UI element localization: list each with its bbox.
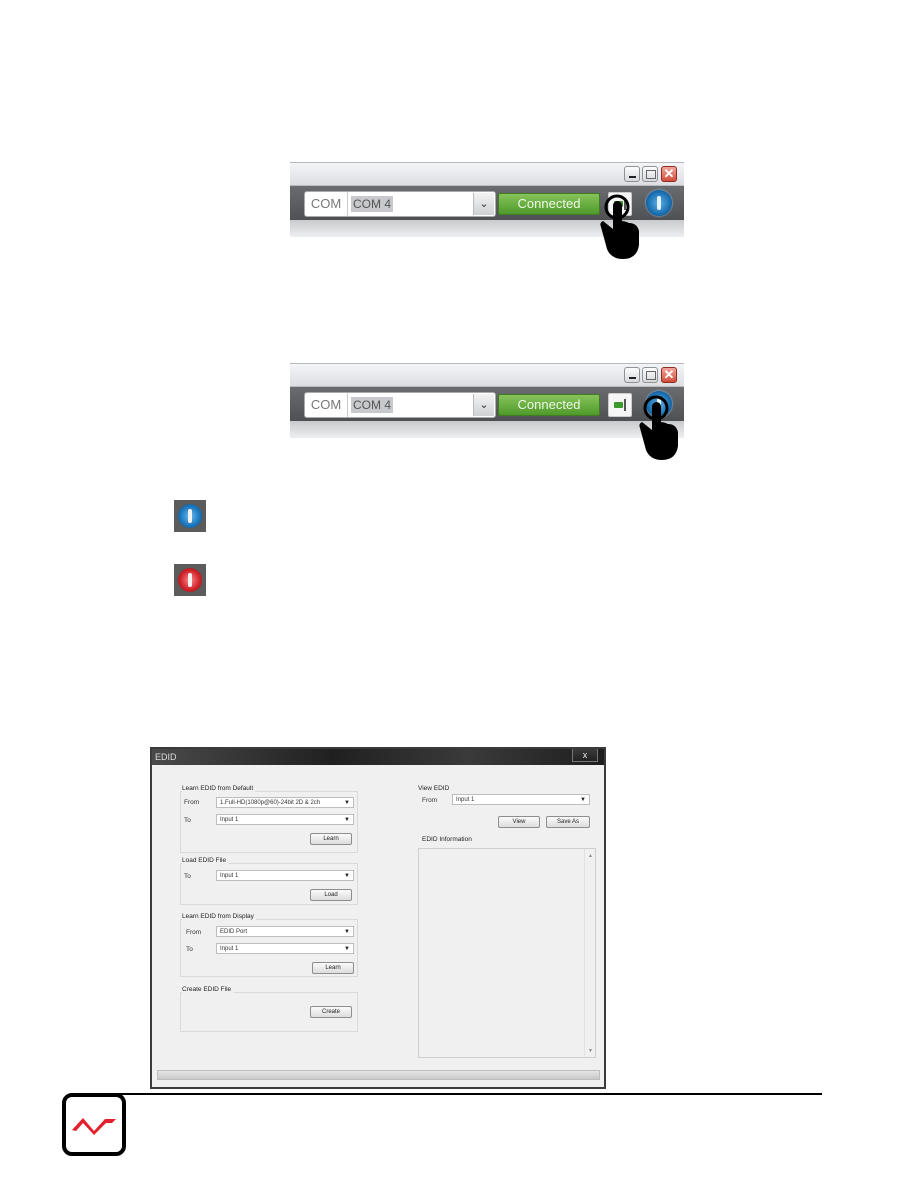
dialog-title: EDID: [152, 749, 604, 765]
select-value: Input 1: [220, 817, 239, 823]
load-to-select[interactable]: Input 1 ▼: [216, 870, 354, 881]
chevron-down-icon[interactable]: ⌄: [473, 193, 494, 215]
view-button[interactable]: View: [498, 816, 540, 828]
com-port-select[interactable]: COM COM 4 ⌄: [304, 392, 496, 418]
group-title: Create EDID File: [182, 986, 234, 993]
pointing-hand-icon: [639, 395, 678, 460]
power-icon-red: [174, 564, 206, 596]
bar-shadow: [290, 421, 684, 438]
power-icon-blue: [174, 500, 206, 532]
from-label: From: [184, 799, 200, 806]
dropdown-arrow-icon: ▼: [344, 929, 350, 935]
pointing-hand-icon: [600, 194, 639, 259]
select-value: 1.Full-HD(1080p@60)-24bit 2D & 2ch: [220, 800, 321, 806]
default-to-select[interactable]: Input 1 ▼: [216, 814, 354, 825]
dropdown-arrow-icon: ▼: [344, 873, 350, 879]
select-value: Input 1: [456, 797, 475, 803]
from-label: From: [422, 797, 438, 804]
logo-mark-icon: [72, 1118, 116, 1135]
select-value: Input 1: [220, 946, 239, 952]
to-label: To: [184, 873, 191, 880]
dropdown-arrow-icon: ▼: [344, 800, 350, 806]
select-value: EDID Port: [220, 929, 248, 935]
save-as-button[interactable]: Save As: [546, 816, 590, 828]
connected-status-button[interactable]: Connected: [498, 394, 600, 416]
display-to-select[interactable]: Input 1 ▼: [216, 943, 354, 954]
edid-dialog: EDID x Learn EDID from Default From 1.Fu…: [150, 747, 606, 1089]
view-from-select[interactable]: Input 1 ▼: [452, 794, 590, 805]
window-titlebar: ✕: [290, 364, 684, 387]
window-titlebar: ✕: [290, 163, 684, 186]
scrollbar[interactable]: ▲ ▼: [584, 849, 595, 1057]
create-button[interactable]: Create: [310, 1006, 352, 1018]
connection-bar: COM COM 4 ⌄ Connected: [290, 387, 684, 421]
load-button[interactable]: Load: [310, 889, 352, 901]
group-title: Learn EDID from Default: [182, 785, 256, 792]
connected-status-button[interactable]: Connected: [498, 193, 600, 215]
minimize-button[interactable]: [624, 367, 640, 383]
dropdown-arrow-icon: ▼: [580, 797, 586, 803]
display-from-select[interactable]: EDID Port ▼: [216, 926, 354, 937]
group-title: Learn EDID from Display: [182, 913, 256, 920]
footer-divider: [96, 1093, 822, 1095]
toolbar-screenshot-connect: ✕ COM COM 4 ⌄ Connected: [290, 162, 684, 259]
edid-info-textarea[interactable]: ▲ ▼: [418, 848, 596, 1058]
chevron-down-icon[interactable]: ⌄: [473, 394, 494, 416]
com-value: COM 4: [351, 397, 394, 413]
dropdown-arrow-icon: ▼: [344, 946, 350, 952]
dropdown-arrow-icon: ▼: [344, 817, 350, 823]
default-from-select[interactable]: 1.Full-HD(1080p@60)-24bit 2D & 2ch ▼: [216, 797, 354, 808]
maximize-button[interactable]: [642, 166, 658, 182]
select-value: Input 1: [220, 873, 239, 879]
dialog-close-button[interactable]: x: [572, 749, 598, 762]
connection-plug-button[interactable]: [608, 393, 632, 417]
brand-logo: [62, 1093, 126, 1156]
toolbar-screenshot-power: ✕ COM COM 4 ⌄ Connected: [290, 363, 684, 460]
to-label: To: [184, 817, 191, 824]
from-label: From: [186, 929, 202, 936]
power-button[interactable]: [646, 190, 672, 216]
com-port-select[interactable]: COM COM 4 ⌄: [304, 191, 496, 217]
view-title: View EDID: [418, 785, 452, 792]
scroll-down-icon[interactable]: ▼: [588, 1048, 593, 1054]
com-value: COM 4: [351, 196, 394, 212]
group-title: Load EDID File: [182, 857, 229, 864]
status-bar: [157, 1070, 600, 1080]
maximize-button[interactable]: [642, 367, 658, 383]
close-button[interactable]: ✕: [661, 166, 677, 182]
edid-info-label: EDID Information: [422, 836, 474, 843]
close-button[interactable]: ✕: [661, 367, 677, 383]
to-label: To: [186, 946, 193, 953]
learn-display-button[interactable]: Learn: [312, 962, 354, 974]
com-label: COM: [305, 393, 348, 417]
scroll-up-icon[interactable]: ▲: [588, 853, 593, 859]
learn-default-button[interactable]: Learn: [310, 833, 352, 845]
com-label: COM: [305, 192, 348, 216]
minimize-button[interactable]: [624, 166, 640, 182]
